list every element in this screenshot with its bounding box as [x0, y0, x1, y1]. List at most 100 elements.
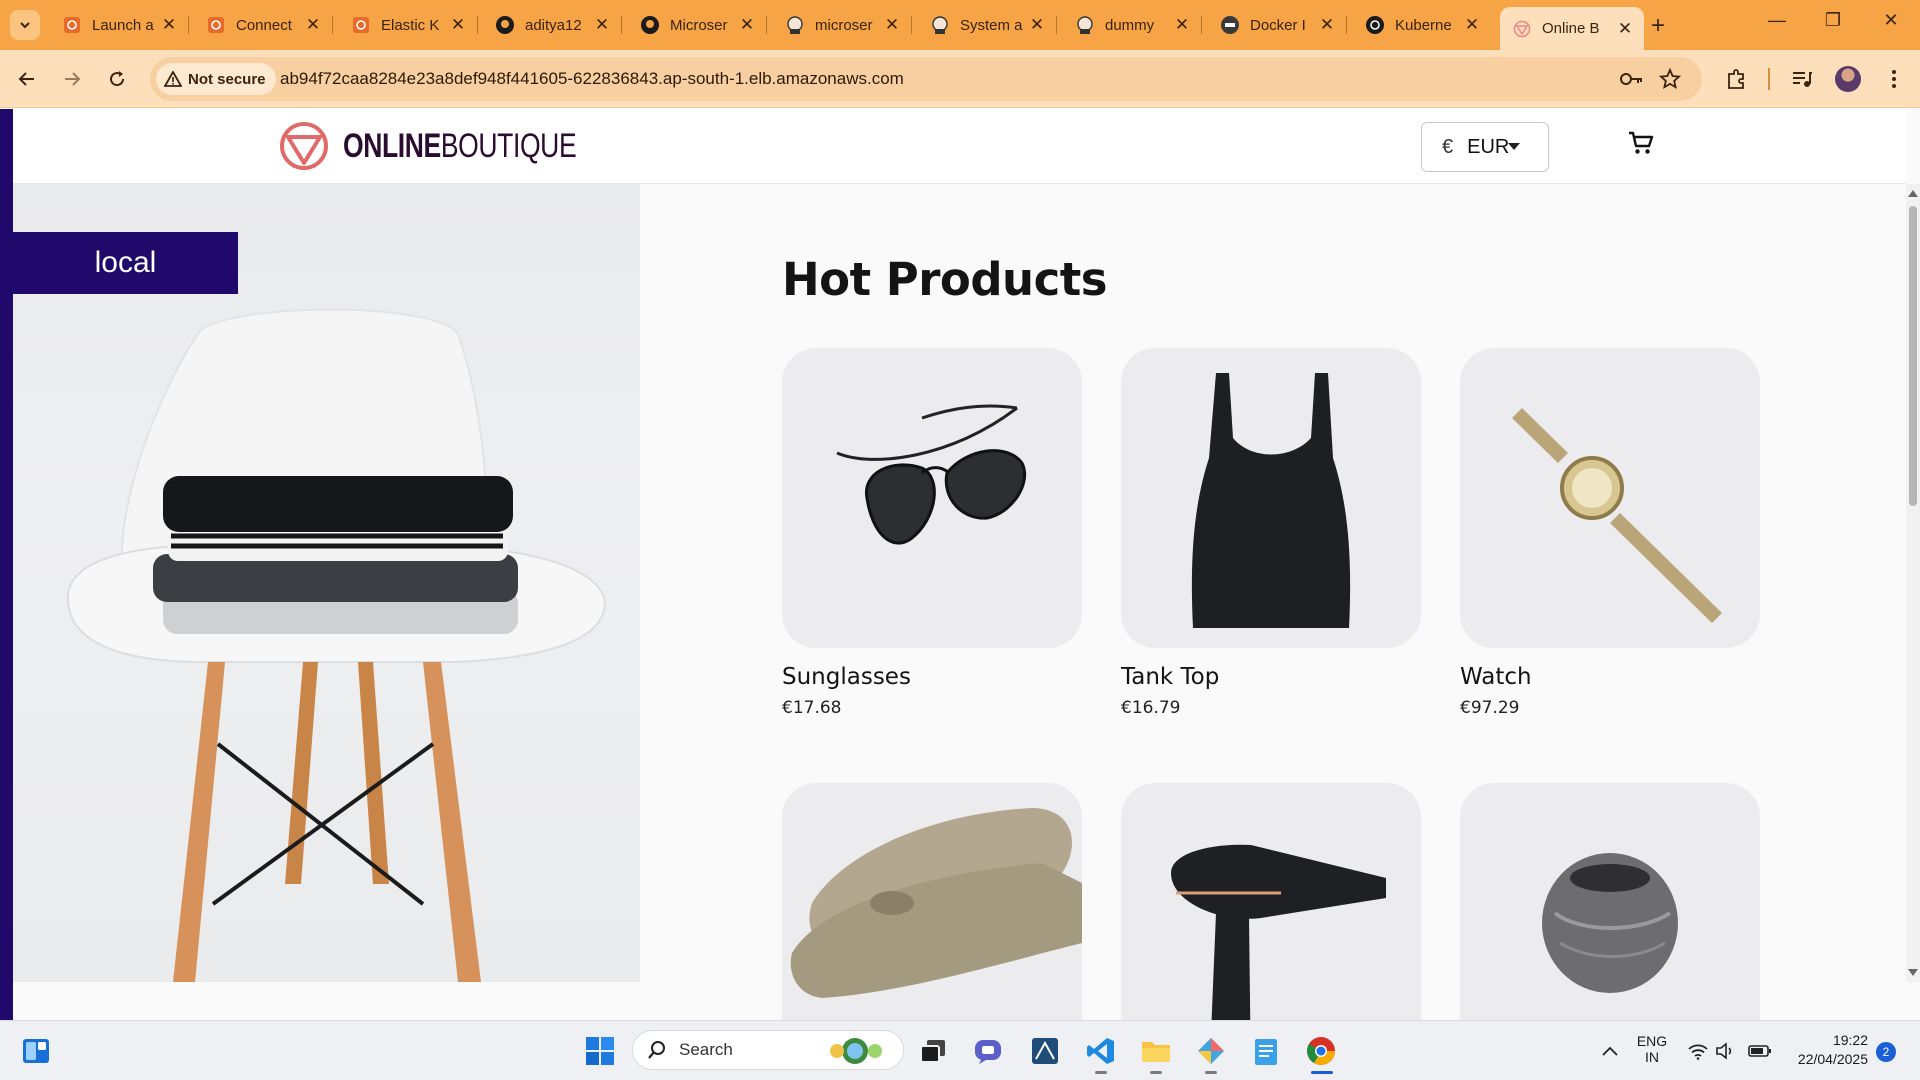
tab-title: aditya12 — [525, 16, 582, 34]
product-name[interactable]: Tank Top — [1121, 664, 1421, 690]
tab-connect[interactable]: Connect ✕ — [194, 7, 333, 43]
taskbar-search[interactable]: Search — [632, 1030, 904, 1070]
product-image[interactable] — [782, 348, 1082, 648]
section-title: Hot Products — [782, 253, 1108, 306]
tab-search-button[interactable] — [10, 10, 40, 40]
scroll-down-arrow-icon[interactable] — [1908, 969, 1918, 976]
battery-status[interactable] — [1742, 1033, 1778, 1069]
reload-button[interactable] — [103, 65, 131, 93]
clock[interactable]: 19:22 22/04/2025 — [1784, 1032, 1868, 1067]
product-image[interactable] — [1121, 783, 1421, 1020]
notepad-taskbar-item[interactable] — [1248, 1033, 1284, 1069]
tab-jenkins-dummy[interactable]: dummy ✕ — [1063, 7, 1202, 43]
language-indicator[interactable]: ENG IN — [1636, 1033, 1668, 1065]
sunglasses-illustration — [836, 404, 1027, 545]
chrome-taskbar-item[interactable] — [1303, 1033, 1339, 1069]
vscode-taskbar-item[interactable] — [1083, 1033, 1119, 1069]
new-tab-button[interactable]: + — [1651, 12, 1665, 40]
security-chip[interactable]: Not secure — [156, 63, 276, 95]
close-tab-icon[interactable]: ✕ — [883, 15, 901, 34]
tab-online-boutique[interactable]: Online B ✕ — [1500, 7, 1644, 50]
app-taskbar-item[interactable] — [1193, 1033, 1229, 1069]
back-button[interactable] — [13, 65, 41, 93]
close-tab-icon[interactable]: ✕ — [1616, 19, 1634, 38]
product-card[interactable]: Watch €97.29 — [1460, 348, 1760, 718]
close-tab-icon[interactable]: ✕ — [1318, 15, 1336, 34]
active-app-indicator — [1311, 1071, 1333, 1074]
close-tab-icon[interactable]: ✕ — [1173, 15, 1191, 34]
product-card[interactable] — [1460, 783, 1760, 1020]
tank-top-illustration — [1191, 373, 1351, 628]
start-button[interactable] — [582, 1033, 618, 1069]
caret-down-icon — [1508, 143, 1520, 150]
chevron-down-icon — [20, 22, 30, 29]
jenkins-icon — [1075, 15, 1095, 35]
chair-with-clothes-illustration — [66, 308, 607, 982]
widgets-button[interactable] — [18, 1033, 54, 1069]
url-text[interactable]: ab94f72caa8284e23a8def948f441605-6228368… — [280, 69, 904, 89]
extensions-button[interactable] — [1722, 65, 1750, 93]
close-tab-icon[interactable]: ✕ — [1463, 15, 1481, 34]
tab-jenkins-microser[interactable]: microser ✕ — [773, 7, 912, 43]
minimize-button[interactable]: — — [1762, 10, 1792, 31]
close-tab-icon[interactable]: ✕ — [449, 15, 467, 34]
scroll-thumb[interactable] — [1909, 206, 1917, 506]
file-explorer-taskbar-item[interactable] — [1138, 1033, 1174, 1069]
page-scrollbar[interactable] — [1906, 184, 1920, 982]
restore-button[interactable]: ❐ — [1818, 10, 1848, 31]
currency-select[interactable]: € EUR — [1421, 122, 1549, 172]
product-image[interactable] — [1460, 348, 1760, 648]
cart-button[interactable] — [1627, 129, 1655, 162]
product-name[interactable]: Watch — [1460, 664, 1760, 690]
close-window-button[interactable]: ✕ — [1876, 10, 1906, 31]
tab-launch[interactable]: Launch a ✕ — [50, 7, 189, 43]
vscode-icon — [1087, 1038, 1114, 1064]
address-bar[interactable]: Not secure ab94f72caa8284e23a8def948f441… — [150, 57, 1702, 101]
boutique-logo-icon — [280, 122, 328, 170]
page-viewport: ONLINEBOUTIQUE € EUR local Hot Products … — [0, 109, 1920, 1020]
forward-button[interactable] — [58, 65, 86, 93]
browser-menu-button[interactable] — [1880, 65, 1908, 93]
tab-title: dummy — [1105, 16, 1155, 34]
product-card[interactable]: Tank Top €16.79 — [1121, 348, 1421, 718]
bookmark-star-icon[interactable] — [1658, 67, 1682, 91]
product-image[interactable] — [1460, 783, 1760, 1020]
product-image[interactable] — [1121, 348, 1421, 648]
password-key-icon[interactable] — [1620, 67, 1644, 91]
tab-kubernetes[interactable]: Kuberne ✕ — [1353, 7, 1491, 43]
product-name[interactable]: Sunglasses — [782, 664, 1082, 690]
scroll-up-arrow-icon[interactable] — [1908, 190, 1918, 197]
chevron-up-icon — [1602, 1046, 1618, 1056]
search-icon — [648, 1041, 665, 1059]
tab-github-microser[interactable]: Microser ✕ — [628, 7, 767, 43]
chat-icon — [975, 1040, 1001, 1064]
widgets-icon — [23, 1039, 49, 1063]
notification-badge[interactable]: 2 — [1876, 1042, 1896, 1062]
close-tab-icon[interactable]: ✕ — [738, 15, 756, 34]
close-tab-icon[interactable]: ✕ — [304, 15, 322, 34]
task-view-button[interactable] — [915, 1033, 951, 1069]
close-tab-icon[interactable]: ✕ — [593, 15, 611, 34]
product-card[interactable] — [1121, 783, 1421, 1020]
tab-jenkins-system[interactable]: System a ✕ — [918, 7, 1057, 43]
profile-avatar[interactable] — [1835, 66, 1861, 92]
search-placeholder: Search — [679, 1040, 733, 1059]
product-image[interactable] — [782, 783, 1082, 1020]
app-taskbar-item[interactable] — [1027, 1033, 1063, 1069]
close-tab-icon[interactable]: ✕ — [160, 15, 178, 34]
github-icon — [640, 15, 660, 35]
tab-elastic[interactable]: Elastic K ✕ — [339, 7, 478, 43]
logo-text: ONLINEBOUTIQUE — [343, 126, 577, 165]
product-card[interactable]: Sunglasses €17.68 — [782, 348, 1082, 718]
product-card[interactable] — [782, 783, 1082, 1020]
arrow-left-icon — [18, 72, 34, 86]
tab-docker[interactable]: Docker I ✕ — [1208, 7, 1347, 43]
candle-holder-illustration — [1542, 853, 1678, 993]
close-tab-icon[interactable]: ✕ — [1028, 15, 1046, 34]
media-control-button[interactable] — [1788, 65, 1816, 93]
tab-github-aditya[interactable]: aditya12 ✕ — [483, 7, 622, 43]
volume-status[interactable] — [1708, 1033, 1744, 1069]
teams-chat-button[interactable] — [970, 1033, 1006, 1069]
show-hidden-icons-button[interactable] — [1592, 1033, 1628, 1069]
site-logo[interactable]: ONLINEBOUTIQUE — [279, 121, 642, 171]
